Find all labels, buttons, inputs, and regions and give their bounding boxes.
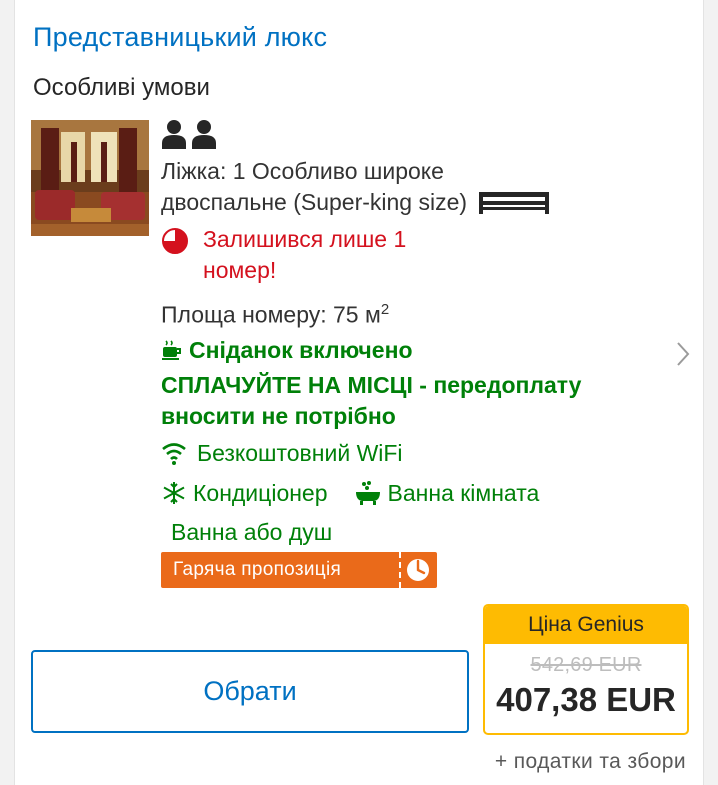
chevron-right-icon[interactable]	[675, 340, 691, 373]
air-conditioning: Кондиціонер	[193, 479, 328, 506]
beds-line-2: двоспальне (Super-king size)	[161, 189, 468, 215]
bathtub-icon	[354, 480, 382, 506]
hot-deal-label: Гаряча пропозиція	[173, 559, 342, 580]
max-persons	[161, 118, 681, 154]
person-icon	[191, 119, 217, 154]
coffee-cup-icon	[161, 339, 183, 361]
room-area-unit-sup: 2	[380, 301, 390, 318]
room-photo[interactable]	[31, 120, 149, 236]
bed-icon	[477, 190, 551, 216]
room-area-label: Площа номеру: 75 м	[161, 301, 381, 328]
original-price: 542,69 EUR	[530, 654, 642, 676]
taxes-and-fees: + податки та збори	[494, 750, 686, 773]
discounted-price: 407,38 EUR	[496, 681, 676, 718]
pay-at-property-line-2: вносити не потрібно	[161, 402, 396, 429]
genius-price-label: Ціна Genius	[485, 606, 687, 644]
breakfast-included: Сніданок включено	[189, 336, 413, 363]
scarcity-line-1: Залишився лише 1	[203, 226, 407, 252]
person-icon	[161, 119, 187, 154]
room-card: Представницький люкс Особливі умови Ліжк…	[14, 0, 704, 785]
free-wifi: Безкоштовний WiFi	[197, 439, 403, 466]
hot-deal-badge: Гаряча пропозиція	[161, 552, 437, 588]
room-title[interactable]: Представницький люкс	[33, 22, 327, 53]
scarcity-line-2: номер!	[203, 257, 277, 283]
select-button[interactable]: Обрати	[31, 650, 469, 733]
hot-deal-clock-icon	[401, 557, 435, 583]
special-conditions: Особливі умови	[33, 74, 210, 101]
wifi-icon	[161, 441, 187, 466]
room-area: Площа номеру: 75 м2	[161, 294, 681, 331]
pay-at-property-line-1: СПЛАЧУЙТЕ НА МІСЦІ - передоплату	[161, 371, 582, 398]
snowflake-icon	[161, 480, 187, 506]
room-details: Ліжка: 1 Особливо широке двоспальне (Sup…	[161, 118, 681, 548]
beds-line-1: Ліжка: 1 Особливо широке	[161, 158, 444, 184]
clock-icon	[161, 227, 189, 255]
genius-price-box: Ціна Genius 542,69 EUR 407,38 EUR	[483, 604, 689, 735]
private-bathroom: Ванна кімната	[387, 479, 540, 506]
bath-or-shower: Ванна або душ	[171, 518, 333, 545]
